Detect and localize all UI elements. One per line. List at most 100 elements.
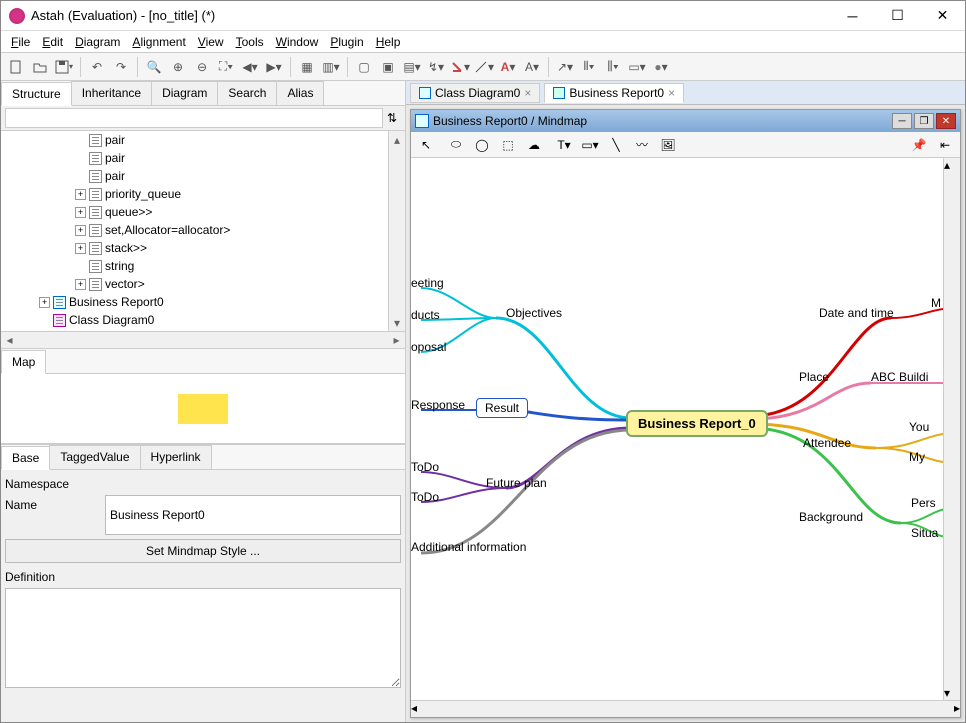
arrange2-icon[interactable]: ▥▾ — [320, 56, 342, 78]
align-icon[interactable]: ⫴▾ — [578, 56, 600, 78]
subtopic-icon[interactable]: ◯ — [471, 135, 493, 155]
pointer-tool-icon[interactable]: ↖ — [415, 135, 437, 155]
rect-tool-icon[interactable]: ▭▾ — [579, 135, 601, 155]
tree-node-label[interactable]: pair — [105, 151, 125, 165]
menu-help[interactable]: Help — [370, 33, 407, 51]
tab-map[interactable]: Map — [1, 350, 46, 374]
nav-fwd-icon[interactable]: ▶▾ — [263, 56, 285, 78]
node-place[interactable]: Place — [799, 370, 829, 384]
menu-alignment[interactable]: Alignment — [126, 33, 191, 51]
tree-item[interactable]: pair — [1, 149, 405, 167]
connector-icon[interactable]: ↗▾ — [554, 56, 576, 78]
canvas-scrollbar-y[interactable]: ▴▾ — [943, 158, 960, 700]
tab-inheritance[interactable]: Inheritance — [71, 81, 152, 105]
tree-node-label[interactable]: priority_queue — [105, 187, 181, 201]
tree-item[interactable]: pair — [1, 131, 405, 149]
node-date-time[interactable]: Date and time — [819, 306, 894, 320]
text-tool-icon[interactable]: T▾ — [553, 135, 575, 155]
tree-node-label[interactable]: pair — [105, 169, 125, 183]
tool-c-icon[interactable]: ▤▾ — [401, 56, 423, 78]
tool-d-icon[interactable]: ↯▾ — [425, 56, 447, 78]
tab-alias[interactable]: Alias — [276, 81, 324, 105]
expand-icon[interactable]: + — [39, 297, 50, 308]
tab-search[interactable]: Search — [217, 81, 277, 105]
collapse-icon[interactable]: ⇤ — [934, 135, 956, 155]
expand-icon[interactable]: + — [75, 207, 86, 218]
tree-item[interactable]: +priority_queue — [1, 185, 405, 203]
tool-b-icon[interactable]: ▣ — [377, 56, 399, 78]
group-icon[interactable]: ▭▾ — [626, 56, 648, 78]
node-background[interactable]: Background — [799, 510, 863, 524]
swap-icon[interactable]: ⇅ — [383, 111, 401, 125]
tree-node-label[interactable]: pair — [105, 133, 125, 147]
menu-tools[interactable]: Tools — [230, 33, 270, 51]
doc-tab-business-report[interactable]: Business Report0× — [544, 83, 684, 103]
tree-item[interactable]: + queue>> — [1, 203, 405, 221]
doc-tab-class-diagram[interactable]: Class Diagram0× — [410, 83, 540, 103]
menu-view[interactable]: View — [192, 33, 230, 51]
menu-plugin[interactable]: Plugin — [324, 33, 369, 51]
inner-restore-button[interactable]: ❐ — [914, 113, 934, 129]
tree-node-label[interactable]: Class Diagram0 — [69, 313, 154, 327]
tab-structure[interactable]: Structure — [1, 82, 72, 106]
node-attendee[interactable]: Attendee — [803, 436, 851, 450]
zoom-in-icon[interactable]: ⊕ — [167, 56, 189, 78]
node-objectives-child[interactable]: oposal — [411, 340, 446, 354]
tab-base[interactable]: Base — [1, 446, 50, 470]
text-style-icon[interactable]: A▾ — [521, 56, 543, 78]
node-result[interactable]: Result — [476, 398, 528, 418]
node-attendee-child[interactable]: You — [909, 420, 929, 434]
node-objectives[interactable]: Objectives — [506, 306, 562, 320]
close-tab-icon[interactable]: × — [668, 86, 675, 100]
menu-diagram[interactable]: Diagram — [69, 33, 126, 51]
node-objectives-child[interactable]: ducts — [411, 308, 440, 322]
inner-titlebar[interactable]: Business Report0 / Mindmap ─ ❐ ✕ — [411, 110, 960, 132]
tree-item[interactable]: Class Diagram0 — [1, 311, 405, 329]
expand-icon[interactable]: + — [75, 243, 86, 254]
structure-tree[interactable]: pairpairpair+priority_queue+queue>>+set,… — [1, 131, 405, 331]
fill-color-icon[interactable]: ▾ — [449, 56, 471, 78]
node-place-child[interactable]: ABC Buildi — [871, 370, 928, 384]
line-color-icon[interactable]: ▾ — [473, 56, 495, 78]
menu-window[interactable]: Window — [270, 33, 325, 51]
expand-icon[interactable]: + — [75, 225, 86, 236]
menu-edit[interactable]: Edit — [36, 33, 69, 51]
zoom-fit-icon[interactable]: 🔍 — [143, 56, 165, 78]
topic-icon[interactable]: ⬭ — [445, 135, 467, 155]
structure-search-input[interactable] — [5, 108, 383, 128]
tree-node-label[interactable]: queue>> — [105, 205, 152, 219]
nav-back-icon[interactable]: ◀▾ — [239, 56, 261, 78]
node-additional-info[interactable]: Additional information — [411, 540, 526, 554]
mindmap-root-node[interactable]: Business Report_0 — [626, 410, 768, 437]
font-color-icon[interactable]: A▾ — [497, 56, 519, 78]
tree-item[interactable]: +stack>> — [1, 239, 405, 257]
save-icon[interactable]: ▾ — [53, 56, 75, 78]
node-attendee-child[interactable]: My — [909, 450, 925, 464]
inner-close-button[interactable]: ✕ — [936, 113, 956, 129]
node-result-child[interactable]: Response — [411, 398, 465, 412]
set-mindmap-style-button[interactable]: Set Mindmap Style ... — [5, 539, 401, 563]
tree-item[interactable]: string — [1, 257, 405, 275]
boundary-icon[interactable]: ⬚ — [497, 135, 519, 155]
definition-input[interactable] — [5, 588, 401, 688]
arrange-icon[interactable]: ▦ — [296, 56, 318, 78]
node-future-plan-child[interactable]: ToDo — [411, 490, 439, 504]
close-tab-icon[interactable]: × — [524, 86, 531, 100]
tree-node-label[interactable]: set,Allocator=allocator> — [105, 223, 230, 237]
tree-item[interactable]: +Business Report0 — [1, 293, 405, 311]
tool-a-icon[interactable]: ▢ — [353, 56, 375, 78]
node-future-plan[interactable]: Future plan — [486, 476, 547, 490]
minimize-button[interactable]: ─ — [830, 1, 875, 30]
tab-taggedvalue[interactable]: TaggedValue — [49, 445, 140, 469]
tree-item[interactable]: pair — [1, 167, 405, 185]
node-date-time-child[interactable]: M — [931, 296, 941, 310]
undo-icon[interactable]: ↶ — [86, 56, 108, 78]
canvas-scrollbar-x[interactable]: ◂▸ — [411, 700, 960, 717]
shape-icon[interactable]: ●▾ — [650, 56, 672, 78]
pin-icon[interactable]: 📌 — [908, 135, 930, 155]
tree-node-label[interactable]: vector> — [105, 277, 145, 291]
mindmap-canvas[interactable]: Business Report_0 Objectives eeting duct… — [411, 158, 943, 700]
node-objectives-child[interactable]: eeting — [411, 276, 444, 290]
tab-diagram[interactable]: Diagram — [151, 81, 218, 105]
distribute-icon[interactable]: ⫼▾ — [602, 56, 624, 78]
